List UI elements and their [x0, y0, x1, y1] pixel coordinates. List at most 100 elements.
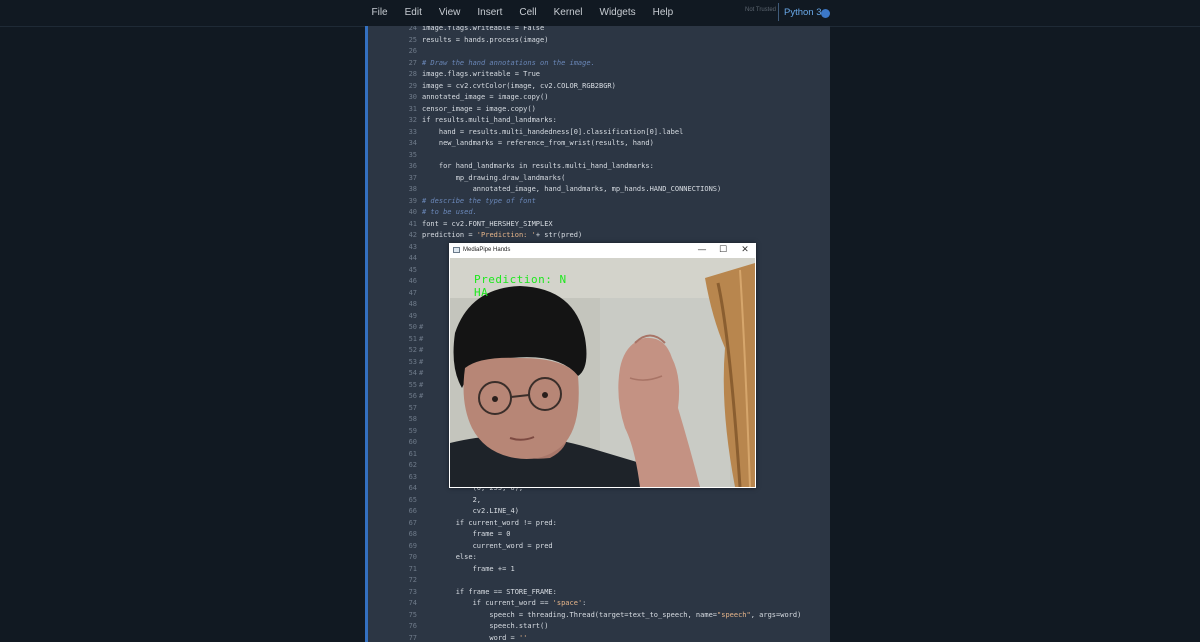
line-number: 31: [408, 104, 417, 113]
line-number: 70: [408, 553, 417, 561]
line-number: 33: [408, 127, 417, 136]
code-line[interactable]: 37 mp_drawing.draw_landmarks(: [365, 173, 830, 185]
line-number: 25: [408, 35, 417, 44]
line-number: 35: [408, 150, 417, 159]
code-text: #: [419, 369, 424, 377]
line-number: 56: [408, 392, 417, 400]
maximize-button[interactable]: ☐: [712, 243, 734, 258]
code-line[interactable]: 42 prediction = 'Prediction: '+ str(pred): [365, 230, 830, 242]
code-text: #: [419, 392, 424, 400]
line-number: 65: [408, 495, 417, 504]
close-button[interactable]: ✕: [734, 243, 756, 258]
code-line[interactable]: 34 new_landmarks = reference_from_wrist(…: [365, 138, 830, 150]
prediction-overlay: Prediction: N: [474, 273, 567, 286]
line-number: 59: [408, 426, 417, 435]
code-text: #: [419, 323, 424, 331]
line-number: 67: [408, 518, 417, 527]
line-number: 57: [408, 403, 417, 412]
code-line[interactable]: 41 font = cv2.FONT_HERSHEY_SIMPLEX: [365, 219, 830, 231]
code-text: if results.multi_hand_landmarks:: [422, 116, 557, 124]
code-line[interactable]: 28 image.flags.writeable = True: [365, 69, 830, 81]
menu-view[interactable]: View: [430, 0, 469, 26]
code-line[interactable]: 25 results = hands.process(image): [365, 35, 830, 47]
code-line[interactable]: 66 cv2.LINE_4): [365, 506, 830, 518]
code-line[interactable]: 39 # describe the type of font: [365, 196, 830, 208]
code-line[interactable]: 24 image.flags.writeable = False: [365, 26, 830, 35]
code-text: new_landmarks = reference_from_wrist(res…: [422, 139, 654, 147]
code-line[interactable]: 35: [365, 150, 830, 162]
camera-image: [450, 258, 755, 487]
code-text: cv2.LINE_4): [422, 507, 519, 515]
menu-file[interactable]: File: [363, 0, 396, 26]
code-line[interactable]: 27 # Draw the hand annotations on the ima…: [365, 58, 830, 70]
code-text: font = cv2.FONT_HERSHEY_SIMPLEX: [422, 219, 553, 228]
code-text: #: [419, 380, 424, 389]
code-line[interactable]: 32 if results.multi_hand_landmarks:: [365, 115, 830, 127]
code-line[interactable]: 36 for hand_landmarks in results.multi_h…: [365, 161, 830, 173]
trust-status[interactable]: Not Trusted: [745, 7, 776, 13]
code-line[interactable]: 29 image = cv2.cvtColor(image, cv2.COLOR_…: [365, 81, 830, 93]
code-text: current_word = pred: [422, 541, 553, 550]
code-text: #: [419, 346, 424, 354]
line-number: 66: [408, 507, 417, 515]
code-line[interactable]: 68 frame = 0: [365, 529, 830, 541]
code-line[interactable]: 31 censor_image = image.copy(): [365, 104, 830, 116]
menu-edit[interactable]: Edit: [396, 0, 430, 26]
minimize-button[interactable]: —: [691, 243, 713, 258]
menu: File Edit View Insert Cell Kernel Widgets Help: [363, 0, 682, 26]
code-text: #: [419, 334, 424, 343]
line-number: 61: [408, 449, 417, 458]
code-line[interactable]: 77 word = '': [365, 633, 830, 642]
line-number: 49: [408, 311, 417, 320]
word-overlay: HA: [474, 286, 489, 299]
code-text: results = hands.process(image): [422, 35, 549, 44]
code-text: frame = 0: [422, 530, 511, 538]
code-line[interactable]: 40 # to be used.: [365, 207, 830, 219]
line-number: 58: [408, 415, 417, 423]
code-line[interactable]: 73 if frame == STORE_FRAME:: [365, 587, 830, 599]
code-line[interactable]: 74 if current_word == 'space':: [365, 598, 830, 610]
line-number: 52: [408, 346, 417, 354]
mediapipe-window[interactable]: MediaPipe Hands — ☐ ✕ Prediction: N HA: [449, 243, 756, 488]
menu-widgets[interactable]: Widgets: [591, 0, 644, 26]
code-line[interactable]: 69 current_word = pred: [365, 541, 830, 553]
menu-insert[interactable]: Insert: [469, 0, 511, 26]
code-text: if current_word != pred:: [422, 518, 557, 527]
code-line[interactable]: 72: [365, 575, 830, 587]
line-number: 24: [408, 26, 417, 32]
code-text: # to be used.: [422, 208, 477, 216]
line-number: 74: [408, 599, 417, 607]
code-line[interactable]: 38 annotated_image, hand_landmarks, mp_h…: [365, 184, 830, 196]
code-text: image.flags.writeable = False: [422, 26, 545, 32]
line-number: 34: [408, 139, 417, 147]
line-number: 29: [408, 81, 417, 90]
code-text: if frame == STORE_FRAME:: [422, 587, 557, 596]
code-text: speech = threading.Thread(target=text_to…: [422, 610, 802, 619]
line-number: 68: [408, 530, 417, 538]
code-line[interactable]: 71 frame += 1: [365, 564, 830, 576]
code-line[interactable]: 30 annotated_image = image.copy(): [365, 92, 830, 104]
line-number: 45: [408, 265, 417, 274]
code-line[interactable]: 75 speech = threading.Thread(target=text…: [365, 610, 830, 622]
window-app-icon: [453, 247, 460, 253]
code-line[interactable]: 76 speech.start(): [365, 621, 830, 633]
code-line[interactable]: 26: [365, 46, 830, 58]
line-number: 38: [408, 185, 417, 193]
code-line[interactable]: 67 if current_word != pred:: [365, 518, 830, 530]
code-line[interactable]: 65 2,: [365, 495, 830, 507]
line-number: 69: [408, 541, 417, 550]
menu-cell[interactable]: Cell: [511, 0, 545, 26]
kernel-separator: [778, 3, 779, 21]
code-text: annotated_image, hand_landmarks, mp_hand…: [422, 185, 722, 193]
line-number: 26: [408, 47, 417, 55]
line-number: 64: [408, 484, 417, 492]
code-text: annotated_image = image.copy(): [422, 93, 549, 101]
code-line[interactable]: 33 hand = results.multi_handedness[0].cl…: [365, 127, 830, 139]
menu-help[interactable]: Help: [644, 0, 682, 26]
line-number: 75: [408, 610, 417, 619]
code-line[interactable]: 70 else:: [365, 552, 830, 564]
window-titlebar[interactable]: MediaPipe Hands — ☐ ✕: [449, 243, 756, 258]
kernel-name[interactable]: Python 3: [784, 7, 822, 18]
menu-kernel[interactable]: Kernel: [545, 0, 591, 26]
code-text: speech.start(): [422, 622, 549, 630]
